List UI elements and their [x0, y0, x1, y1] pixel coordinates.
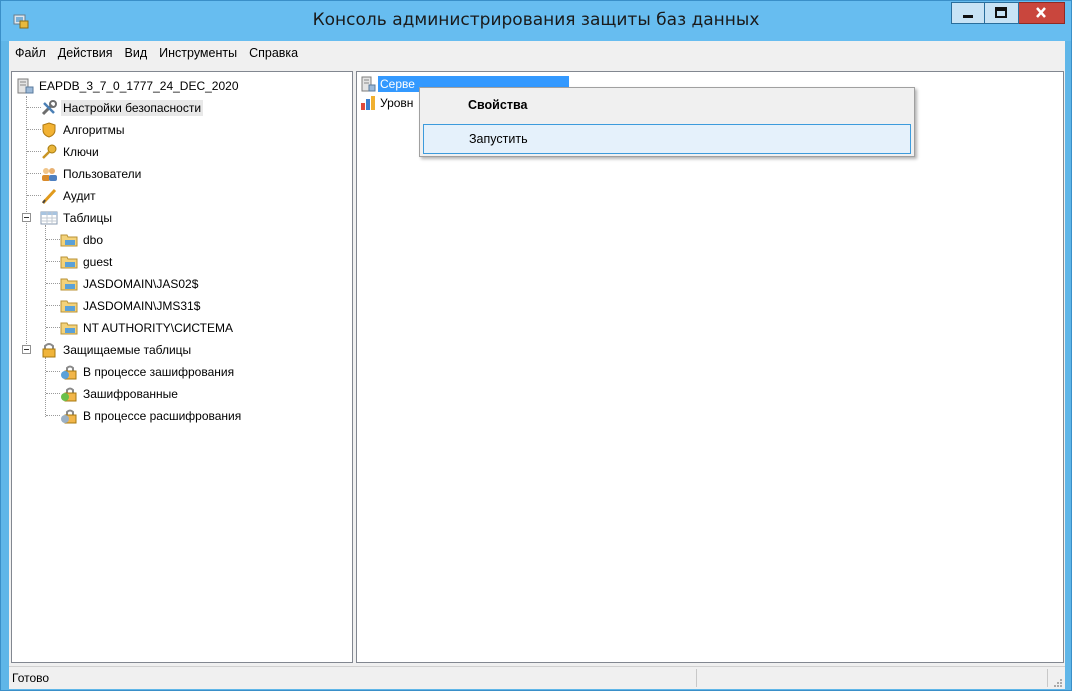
table-icon: [40, 211, 58, 225]
tree-label: Пользователи: [63, 167, 142, 181]
status-bar: Готово: [9, 666, 1065, 689]
context-menu: Свойства Запустить: [419, 87, 915, 157]
tree-label: Зашифрованные: [83, 387, 178, 401]
title-bar[interactable]: Консоль администрирования защиты баз дан…: [1, 1, 1071, 41]
tree-item-decrypting[interactable]: В процессе расшифрования: [60, 406, 243, 426]
tree-line: [46, 415, 60, 416]
tree-label: Защищаемые таблицы: [63, 343, 192, 357]
database-server-icon: [17, 78, 34, 94]
users-icon: [42, 168, 57, 181]
tree-line: [26, 96, 27, 352]
server-icon: [361, 76, 376, 92]
context-menu-start[interactable]: Запустить: [423, 124, 911, 154]
shield-icon: [42, 122, 56, 138]
pencil-icon: [41, 188, 57, 204]
tree-label: guest: [83, 255, 113, 269]
status-separator: [696, 669, 697, 687]
key-icon: [42, 144, 57, 159]
schema-folder-icon: [60, 278, 78, 291]
tree-label: dbo: [83, 233, 104, 247]
minimize-button[interactable]: [951, 2, 985, 24]
close-icon: [1036, 7, 1046, 18]
maximize-icon: [995, 7, 1007, 18]
tree-item-schema[interactable]: NT AUTHORITY\СИСТЕМА: [60, 318, 235, 338]
tree-item-schema[interactable]: JASDOMAIN\JAS02$: [60, 274, 200, 294]
tree-line: [46, 371, 60, 372]
tree-line: [46, 305, 60, 306]
menu-file[interactable]: Файл: [9, 46, 52, 60]
tree-item-schema[interactable]: guest: [60, 252, 114, 272]
menu-tools[interactable]: Инструменты: [153, 46, 243, 60]
status-separator: [1047, 669, 1048, 687]
bar-chart-icon: [361, 96, 375, 110]
menu-help[interactable]: Справка: [243, 46, 304, 60]
tree-item-security-settings[interactable]: Настройки безопасности: [40, 98, 204, 118]
tree-line: [27, 173, 41, 174]
schema-folder-icon: [60, 234, 78, 247]
tree-item-keys[interactable]: Ключи: [40, 142, 101, 162]
menu-actions[interactable]: Действия: [52, 46, 119, 60]
collapse-toggle-protected-tables[interactable]: [22, 345, 31, 354]
tree-item-protected-tables[interactable]: Защищаемые таблицы: [40, 340, 193, 360]
decrypting-lock-icon: [61, 409, 77, 424]
encrypting-lock-icon: [61, 365, 77, 380]
tree-line: [46, 327, 60, 328]
schema-folder-icon: [60, 256, 78, 269]
tree-item-root[interactable]: EAPDB_3_7_0_1777_24_DEC_2020: [16, 76, 241, 96]
tree-label: Настройки безопасности: [61, 100, 204, 116]
schema-folder-icon: [60, 300, 78, 313]
tree-line: [46, 261, 60, 262]
tree-line: [46, 393, 60, 394]
tree-label: Ключи: [63, 145, 99, 159]
tree-line: [46, 239, 60, 240]
tree-label: EAPDB_3_7_0_1777_24_DEC_2020: [39, 79, 239, 93]
resize-grip-icon[interactable]: [1052, 677, 1062, 687]
tree-pane[interactable]: EAPDB_3_7_0_1777_24_DEC_2020 Настройки б…: [11, 71, 353, 663]
context-menu-properties[interactable]: Свойства: [423, 90, 911, 120]
tree-item-tables[interactable]: Таблицы: [40, 208, 114, 228]
tree-item-audit[interactable]: Аудит: [40, 186, 98, 206]
tree-item-algorithms[interactable]: Алгоритмы: [40, 120, 127, 140]
tree-item-schema[interactable]: dbo: [60, 230, 105, 250]
window-title: Консоль администрирования защиты баз дан…: [312, 10, 760, 30]
padlock-icon: [42, 343, 56, 358]
list-item-label: Уровн: [380, 96, 414, 110]
tree-label: NT AUTHORITY\СИСТЕМА: [83, 321, 234, 335]
tree-line: [45, 357, 46, 417]
tree-line: [27, 195, 41, 196]
tree-item-encrypted[interactable]: Зашифрованные: [60, 384, 180, 404]
status-text: Готово: [12, 671, 50, 685]
tree-label: В процессе расшифрования: [83, 409, 242, 423]
list-item-level[interactable]: Уровн: [360, 94, 415, 112]
tree-label: Таблицы: [63, 211, 113, 225]
menu-view[interactable]: Вид: [119, 46, 154, 60]
tools-icon: [41, 100, 57, 116]
app-window: Консоль администрирования защиты баз дан…: [0, 0, 1072, 691]
tree-item-encrypting[interactable]: В процессе зашифрования: [60, 362, 236, 382]
maximize-button[interactable]: [985, 2, 1019, 24]
tree-label: JASDOMAIN\JMS31$: [83, 299, 201, 313]
tree-line: [46, 283, 60, 284]
minimize-icon: [963, 15, 973, 18]
tree-line: [27, 151, 41, 152]
tree-label: В процессе зашифрования: [83, 365, 235, 379]
collapse-toggle-tables[interactable]: [22, 213, 31, 222]
tree-line: [27, 129, 41, 130]
tree-label: JASDOMAIN\JAS02$: [83, 277, 199, 291]
tree-line: [27, 107, 41, 108]
tree-item-users[interactable]: Пользователи: [40, 164, 143, 184]
encrypted-lock-icon: [61, 387, 77, 402]
schema-folder-icon: [60, 322, 78, 335]
tree-label: Аудит: [63, 189, 96, 203]
details-pane[interactable]: Серве Уровн: [356, 71, 1064, 663]
close-button[interactable]: [1019, 2, 1065, 24]
tree-item-schema[interactable]: JASDOMAIN\JMS31$: [60, 296, 202, 316]
menu-bar: Файл Действия Вид Инструменты Справка: [9, 41, 1065, 65]
tree-label: Алгоритмы: [63, 123, 125, 137]
